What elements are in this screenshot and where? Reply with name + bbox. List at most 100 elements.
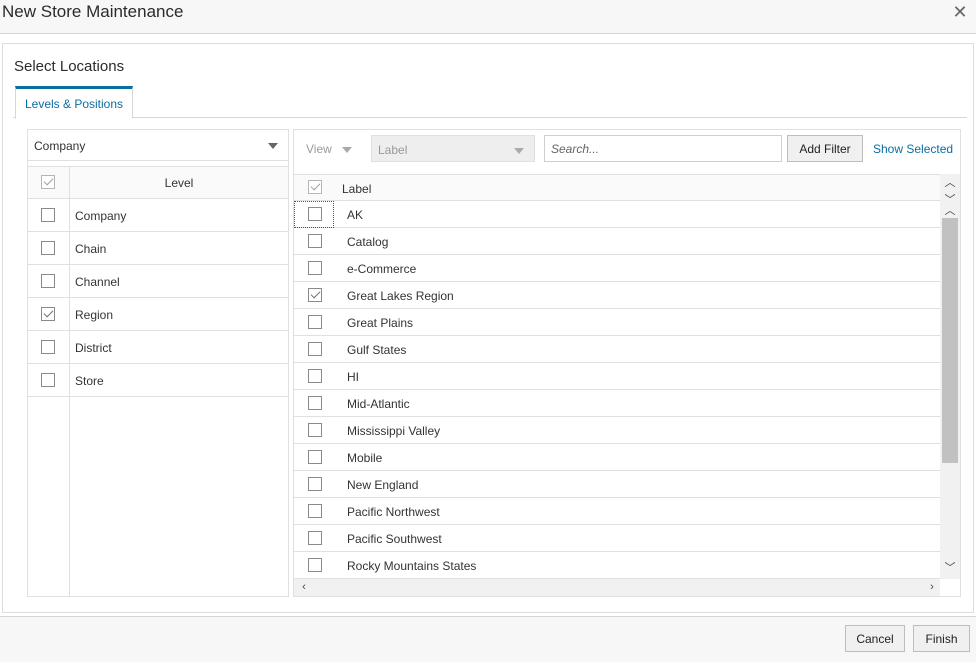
show-selected-link[interactable]: Show Selected: [873, 142, 953, 156]
location-row[interactable]: Great Lakes Region: [294, 282, 940, 309]
location-row[interactable]: Mid-Atlantic: [294, 390, 940, 417]
checkbox-cell[interactable]: [294, 471, 334, 498]
level-checkbox[interactable]: [41, 373, 55, 387]
chevron-down-icon: [514, 148, 524, 154]
scroll-up-icon[interactable]: ︿: [942, 205, 958, 217]
checkbox-cell[interactable]: [294, 552, 334, 579]
level-label: District: [75, 341, 112, 355]
view-menu[interactable]: View: [306, 142, 332, 156]
level-column-header: Level: [164, 176, 194, 190]
search-field-select[interactable]: Label: [371, 135, 535, 162]
tab-levels-positions[interactable]: Levels & Positions: [15, 86, 133, 119]
location-checkbox[interactable]: [308, 207, 322, 221]
location-row[interactable]: Pacific Southwest: [294, 525, 940, 552]
chevron-down-icon: [268, 143, 278, 149]
location-label: Gulf States: [347, 343, 407, 357]
location-checkbox[interactable]: [308, 369, 322, 383]
checkbox-cell[interactable]: [294, 228, 334, 255]
section-title: Select Locations: [14, 58, 125, 75]
checkbox-cell[interactable]: [294, 201, 334, 228]
location-row[interactable]: New England: [294, 471, 940, 498]
chevron-down-icon: [342, 147, 352, 153]
location-checkbox[interactable]: [308, 396, 322, 410]
checkbox-cell[interactable]: [294, 363, 334, 390]
location-checkbox[interactable]: [308, 531, 322, 545]
location-checkbox[interactable]: [308, 261, 322, 275]
vertical-scrollbar[interactable]: ︿ ﹀ ︿ ﹀: [940, 174, 960, 579]
scroll-up-icon[interactable]: ︿: [942, 177, 958, 189]
column-divider: [69, 199, 70, 596]
location-row[interactable]: Mississippi Valley: [294, 417, 940, 444]
location-panel: View Label Add Filter Show Selected Labe…: [293, 129, 961, 597]
location-toolbar: View Label Add Filter Show Selected: [294, 130, 960, 170]
search-input[interactable]: [544, 135, 782, 162]
level-checkbox[interactable]: [41, 340, 55, 354]
location-row[interactable]: Great Plains: [294, 309, 940, 336]
checkbox-cell[interactable]: [294, 525, 334, 552]
select-all-locations-checkbox[interactable]: [308, 180, 322, 194]
location-row[interactable]: Gulf States: [294, 336, 940, 363]
location-row[interactable]: Catalog: [294, 228, 940, 255]
level-row[interactable]: Chain: [28, 232, 288, 265]
add-filter-button[interactable]: Add Filter: [787, 135, 863, 162]
horizontal-scrollbar[interactable]: ‹ ›: [294, 579, 940, 596]
checkbox-cell[interactable]: [294, 390, 334, 417]
location-row[interactable]: Rocky Mountains States: [294, 552, 940, 579]
checkbox-cell[interactable]: [294, 309, 334, 336]
location-checkbox[interactable]: [308, 288, 322, 302]
location-row[interactable]: Mobile: [294, 444, 940, 471]
location-label: Great Plains: [347, 316, 414, 330]
dialog-footer: Cancel Finish: [0, 616, 976, 662]
checkbox-cell[interactable]: [294, 336, 334, 363]
location-row[interactable]: HI: [294, 363, 940, 390]
checkbox-cell[interactable]: [294, 498, 334, 525]
level-checkbox[interactable]: [41, 241, 55, 255]
level-checkbox[interactable]: [41, 274, 55, 288]
level-dropdown[interactable]: Company: [28, 130, 288, 161]
location-label: New England: [347, 478, 419, 492]
level-label: Store: [75, 374, 104, 388]
location-label: Mississippi Valley: [347, 424, 441, 438]
location-label: Mobile: [347, 451, 383, 465]
checkbox-cell[interactable]: [294, 255, 334, 282]
select-all-levels-checkbox[interactable]: [41, 175, 55, 189]
location-label: Mid-Atlantic: [347, 397, 410, 411]
cancel-button[interactable]: Cancel: [845, 625, 905, 652]
scroll-down-icon[interactable]: ﹀: [942, 562, 958, 574]
location-label: AK: [347, 208, 364, 222]
finish-button[interactable]: Finish: [913, 625, 970, 652]
location-checkbox[interactable]: [308, 423, 322, 437]
level-checkbox[interactable]: [41, 307, 55, 321]
location-checkbox[interactable]: [308, 450, 322, 464]
location-checkbox[interactable]: [308, 234, 322, 248]
dialog-title: New Store Maintenance: [2, 2, 184, 21]
location-checkbox[interactable]: [308, 315, 322, 329]
level-row[interactable]: Channel: [28, 265, 288, 298]
location-table-header: Label: [294, 174, 940, 201]
scroll-right-icon[interactable]: ›: [924, 581, 940, 593]
level-row[interactable]: District: [28, 331, 288, 364]
location-label: Great Lakes Region: [347, 289, 454, 303]
scrollbar-thumb[interactable]: [942, 218, 958, 463]
checkbox-cell[interactable]: [294, 417, 334, 444]
level-table-header: Level: [28, 166, 288, 199]
checkbox-cell[interactable]: [294, 444, 334, 471]
location-checkbox[interactable]: [308, 558, 322, 572]
level-checkbox[interactable]: [41, 208, 55, 222]
level-row[interactable]: Company: [28, 199, 288, 232]
location-row[interactable]: AK: [294, 201, 940, 228]
location-table-body: AK Catalog e-Commerce Great Lakes Region Gre…: [294, 201, 940, 579]
location-checkbox[interactable]: [308, 477, 322, 491]
location-checkbox[interactable]: [308, 504, 322, 518]
checkbox-cell[interactable]: [294, 282, 334, 309]
close-icon[interactable]: ✕: [950, 3, 970, 23]
level-label: Channel: [75, 275, 120, 289]
location-row[interactable]: Pacific Northwest: [294, 498, 940, 525]
label-column-header: Label: [342, 182, 372, 196]
level-row[interactable]: Region: [28, 298, 288, 331]
tab-bar: Levels & Positions: [13, 86, 967, 119]
location-checkbox[interactable]: [308, 342, 322, 356]
scroll-left-icon[interactable]: ‹: [296, 581, 312, 593]
location-row[interactable]: e-Commerce: [294, 255, 940, 282]
level-row[interactable]: Store: [28, 364, 288, 397]
